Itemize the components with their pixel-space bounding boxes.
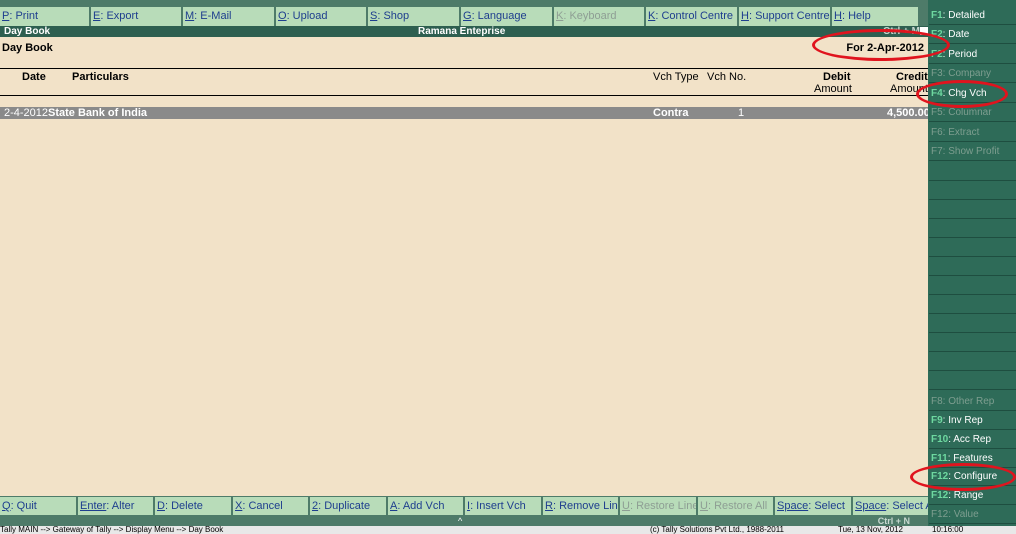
email-button[interactable]: M: E-Mail (183, 7, 276, 26)
print-button[interactable]: P: Print (0, 7, 91, 26)
expand-caret-icon[interactable]: ^ (458, 516, 462, 526)
report-header: Day Book For 2-Apr-2012 (0, 37, 928, 67)
title-bar: Day Book Ramana Enteprise Ctrl + M (0, 26, 928, 37)
add-voucher-button[interactable]: A: Add Vch (388, 497, 465, 515)
features-button[interactable]: F11: Features (929, 450, 1016, 468)
column-headers: Date Particulars Vch Type Vch No. Debit … (0, 69, 928, 95)
function-key-sidebar: F1: Detailed F2: Date F2: Period F3: Com… (928, 0, 1016, 534)
title-bar-shortcut: Ctrl + M (883, 26, 920, 37)
status-path: Tally MAIN --> Gateway of Tally --> Disp… (0, 526, 224, 534)
export-button[interactable]: E: Export (91, 7, 183, 26)
table-row[interactable]: 2-4-2012 State Bank of India Contra 1 4,… (0, 107, 930, 119)
change-voucher-button[interactable]: F4: Chg Vch (929, 85, 1016, 103)
empty-slot (929, 220, 1016, 238)
support-centre-button[interactable]: H: Support Centre (739, 7, 832, 26)
empty-slot (929, 163, 1016, 181)
empty-slot (929, 315, 1016, 333)
columnar-button[interactable]: F5: Columnar (929, 104, 1016, 122)
value-button[interactable]: F12: Value (929, 506, 1016, 524)
status-copyright: (c) Tally Solutions Pvt Ltd., 1988-2011 (650, 526, 784, 534)
empty-slot (929, 353, 1016, 371)
col-debit: Debit (823, 71, 851, 83)
empty-slot (929, 334, 1016, 352)
col-date: Date (22, 71, 46, 83)
row-vch-type: Contra (653, 107, 689, 119)
help-button[interactable]: H: Help (832, 7, 918, 26)
keyboard-button[interactable]: K: Keyboard (554, 7, 646, 26)
title-bar-report: Day Book (4, 26, 51, 37)
show-profit-button[interactable]: F7: Show Profit (929, 143, 1016, 161)
row-credit: 4,500.00 (887, 107, 930, 119)
col-credit: Credit (896, 71, 928, 83)
status-time: 10:16:00 (932, 526, 964, 534)
restore-all-button[interactable]: U: Restore All (698, 497, 775, 515)
account-reports-button[interactable]: F10: Acc Rep (929, 431, 1016, 449)
company-name: Ramana Enteprise (418, 26, 506, 37)
control-centre-button[interactable]: K: Control Centre (646, 7, 739, 26)
shop-button[interactable]: S: Shop (368, 7, 461, 26)
delete-button[interactable]: D: Delete (155, 497, 233, 515)
remove-line-button[interactable]: R: Remove Line (543, 497, 620, 515)
detailed-button[interactable]: F1: Detailed (929, 7, 1016, 25)
empty-slot (929, 372, 1016, 390)
close-icon[interactable] (920, 27, 928, 35)
insert-voucher-button[interactable]: I: Insert Vch (465, 497, 543, 515)
empty-slot (929, 239, 1016, 257)
cancel-button[interactable]: X: Cancel (233, 497, 310, 515)
duplicate-button[interactable]: 2: Duplicate (310, 497, 388, 515)
other-reports-button[interactable]: F8: Other Rep (929, 393, 1016, 411)
extract-button[interactable]: F6: Extract (929, 124, 1016, 142)
report-period[interactable]: For 2-Apr-2012 (846, 42, 924, 54)
col-particulars: Particulars (72, 71, 129, 83)
report-title: Day Book (2, 42, 53, 54)
col-debit-amount: Amount (814, 83, 852, 95)
quit-button[interactable]: Q: Quit (0, 497, 78, 515)
period-button[interactable]: F2: Period (929, 46, 1016, 64)
inventory-reports-button[interactable]: F9: Inv Rep (929, 412, 1016, 430)
empty-slot (929, 277, 1016, 295)
date-button[interactable]: F2: Date (929, 26, 1016, 44)
bottom-menu-bar: Q: Quit Enter: Alter D: Delete X: Cancel… (0, 496, 928, 516)
divider (0, 95, 928, 96)
empty-slot (929, 296, 1016, 314)
row-vch-no: 1 (738, 107, 745, 119)
upload-button[interactable]: O: Upload (276, 7, 368, 26)
row-date: 2-4-2012 (4, 107, 49, 119)
status-date: Tue, 13 Nov, 2012 (838, 526, 903, 534)
company-button[interactable]: F3: Company (929, 65, 1016, 83)
alter-button[interactable]: Enter: Alter (78, 497, 155, 515)
col-vch-type: Vch Type (653, 71, 699, 83)
select-all-button[interactable]: Space: Select All (853, 497, 928, 515)
top-menu-bar: P: Print E: Export M: E-Mail O: Upload S… (0, 0, 928, 26)
row-particulars: State Bank of India (48, 107, 148, 119)
empty-slot (929, 201, 1016, 219)
configure-button[interactable]: F12: Configure (929, 468, 1016, 486)
status-bar: Tally MAIN --> Gateway of Tally --> Disp… (0, 526, 1016, 534)
language-button[interactable]: G: Language (461, 7, 554, 26)
restore-line-button[interactable]: U: Restore Line (620, 497, 698, 515)
col-credit-amount: Amount (890, 83, 928, 95)
select-button[interactable]: Space: Select (775, 497, 853, 515)
bottom-strip: ^ Ctrl + N (0, 516, 928, 526)
empty-slot (929, 258, 1016, 276)
empty-slot (929, 182, 1016, 200)
range-button[interactable]: F12: Range (929, 487, 1016, 505)
col-vch-no: Vch No. (707, 71, 747, 83)
bottom-shortcut-hint: Ctrl + N (877, 516, 910, 526)
